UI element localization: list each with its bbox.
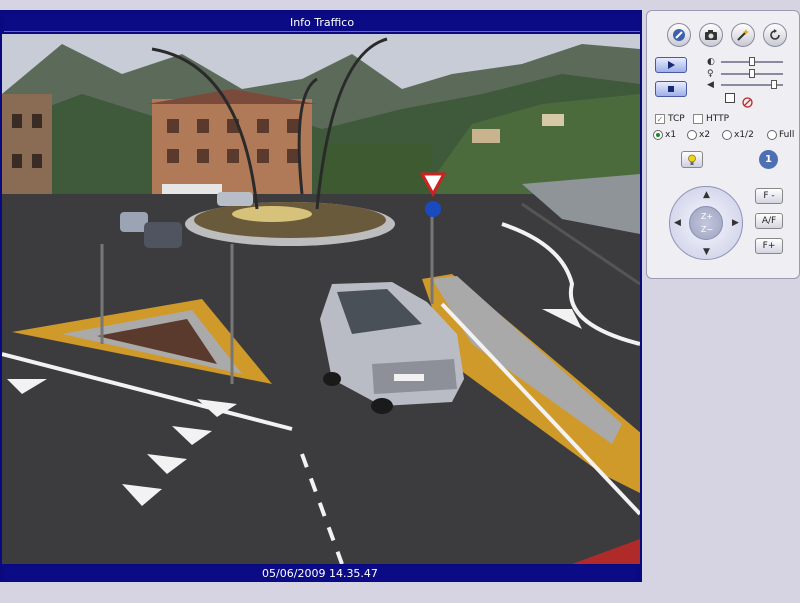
http-checkbox[interactable]: HTTP [693, 114, 729, 124]
stop-icon [668, 86, 674, 92]
radio-x1[interactable] [653, 130, 663, 140]
radio-full[interactable] [767, 130, 777, 140]
connect-icon [673, 29, 685, 41]
scale-label-x2: x2 [699, 130, 711, 140]
audio-checkbox[interactable] [725, 93, 735, 103]
traffic-camera-frame [2, 34, 640, 564]
scale-option-x2[interactable]: x2 [687, 130, 710, 140]
tilt-down-arrow[interactable]: ▼ [703, 248, 710, 257]
contrast-icon: ♀ [707, 69, 714, 79]
http-checkbox-box[interactable] [693, 114, 703, 124]
preset-button[interactable]: 1 [759, 150, 778, 169]
radio-half[interactable] [722, 130, 732, 140]
tcp-checkbox-box[interactable]: ✓ [655, 114, 665, 124]
brightness-thumb[interactable] [749, 57, 755, 66]
refresh-button[interactable] [763, 23, 787, 47]
light-button[interactable] [681, 151, 703, 168]
scale-label-half: x1/2 [734, 130, 754, 140]
scale-option-half[interactable]: x1/2 [722, 130, 754, 140]
scale-label-x1: x1 [665, 130, 677, 140]
focus-minus-button[interactable]: F - [755, 188, 783, 204]
pan-left-arrow[interactable]: ◀ [674, 219, 681, 228]
snapshot-button[interactable] [699, 23, 723, 47]
scale-option-full[interactable]: Full [767, 130, 794, 140]
tcp-checkbox[interactable]: ✓ TCP [655, 114, 685, 124]
light-icon [688, 154, 696, 165]
zoom-in-button[interactable]: Z+ [690, 212, 724, 221]
http-label: HTTP [706, 114, 730, 124]
mute-button[interactable] [742, 93, 753, 108]
tcp-label: TCP [668, 114, 685, 124]
stop-button[interactable] [655, 81, 687, 97]
zoom-center: Z+ Z− [689, 206, 723, 240]
radio-x2[interactable] [687, 130, 697, 140]
scale-label-full: Full [779, 130, 795, 140]
mute-icon [742, 97, 753, 108]
contrast-slider[interactable]: ♀ [707, 69, 787, 79]
play-icon [668, 61, 675, 69]
volume-slider[interactable]: ◀ [707, 80, 787, 90]
volume-thumb[interactable] [771, 80, 778, 89]
contrast-thumb[interactable] [749, 69, 755, 78]
play-button[interactable] [655, 57, 687, 73]
focus-plus-button[interactable]: F+ [755, 238, 783, 254]
wizard-button[interactable] [731, 23, 755, 47]
brightness-slider[interactable]: ◐ [707, 57, 787, 67]
pan-right-arrow[interactable]: ▶ [732, 219, 739, 228]
viewer-title: Info Traffico [4, 14, 640, 32]
connect-button[interactable] [667, 23, 691, 47]
snapshot-icon [705, 30, 717, 40]
camera-control-panel: ◐ ♀ ◀ ✓ TCP HTTP x1 x2 x1/2 Full 1 ▲ ▼ ◀… [646, 10, 800, 279]
refresh-icon [770, 29, 780, 40]
tilt-up-arrow[interactable]: ▲ [703, 191, 710, 200]
ptz-control-pad[interactable]: ▲ ▼ ◀ ▶ Z+ Z− [669, 186, 743, 260]
video-viewer: Info Traffico 05/06/2009 14.35.47 [0, 10, 642, 582]
brightness-icon: ◐ [707, 57, 715, 67]
auto-focus-button[interactable]: A/F [755, 213, 783, 229]
volume-icon: ◀ [707, 80, 714, 90]
wand-icon [737, 29, 749, 41]
timestamp-bar: 05/06/2009 14.35.47 [4, 566, 636, 581]
camera-video-feed[interactable] [2, 34, 640, 564]
zoom-out-button[interactable]: Z− [690, 225, 724, 234]
scale-option-x1[interactable]: x1 [653, 130, 676, 140]
